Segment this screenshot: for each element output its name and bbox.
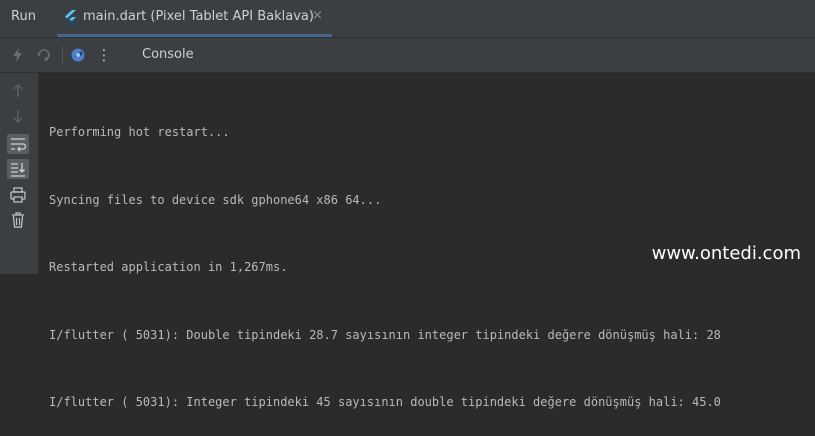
console-side-toolbar xyxy=(0,73,39,274)
arrow-up-icon[interactable] xyxy=(7,81,29,101)
more-icon[interactable]: ⋮ xyxy=(96,46,112,64)
toolbar-separator xyxy=(62,46,63,64)
close-icon[interactable]: × xyxy=(312,8,323,23)
watermark: www.ontedi.com xyxy=(651,243,801,264)
arrow-down-icon[interactable] xyxy=(7,106,29,126)
print-icon[interactable] xyxy=(7,185,29,205)
devtools-icon[interactable] xyxy=(70,47,86,63)
console-line: Syncing files to device sdk gphone64 x86… xyxy=(49,192,382,207)
soft-wrap-icon[interactable] xyxy=(7,134,29,154)
run-tool-window-title: Run xyxy=(11,9,36,24)
tab-title: main.dart (Pixel Tablet API Baklava) xyxy=(83,9,314,24)
tab-main-dart[interactable]: main.dart (Pixel Tablet API Baklava) × xyxy=(57,0,332,37)
tab-bar: Run main.dart (Pixel Tablet API Baklava)… xyxy=(0,0,815,38)
lightning-icon[interactable] xyxy=(10,47,26,63)
trash-icon[interactable] xyxy=(7,210,29,230)
tab-console[interactable]: Console xyxy=(142,47,194,62)
scroll-to-end-icon[interactable] xyxy=(7,159,29,179)
rerun-icon[interactable] xyxy=(36,47,52,63)
run-toolbar: ⋮ Console xyxy=(0,38,815,73)
active-tab-indicator xyxy=(57,34,332,37)
console-line: Performing hot restart... xyxy=(49,125,230,139)
console-line: I/flutter ( 5031): Double tipindeki 28.7… xyxy=(49,327,721,342)
console-line: I/flutter ( 5031): Integer tipindeki 45 … xyxy=(49,395,721,409)
flutter-icon xyxy=(65,10,76,25)
